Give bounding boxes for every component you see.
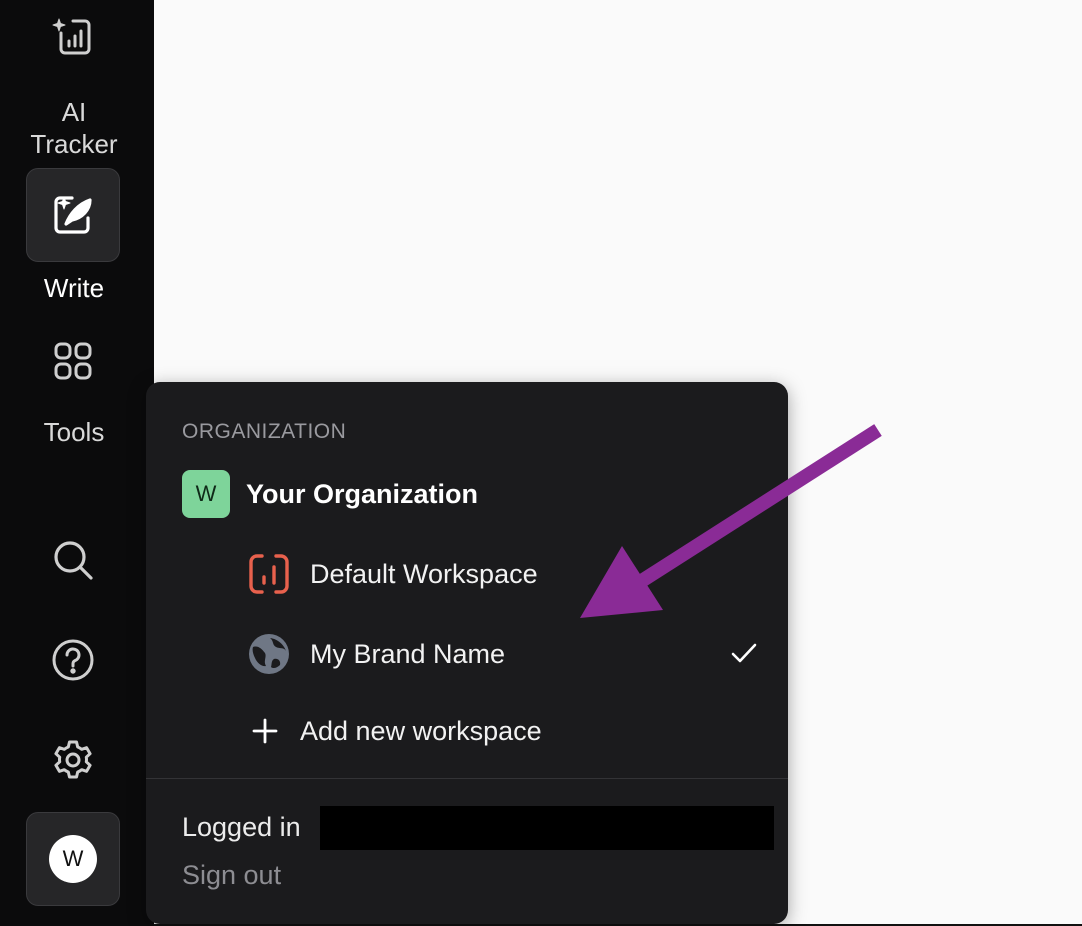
workspace-label: Default Workspace — [310, 558, 538, 589]
chart-sparkle-icon[interactable] — [50, 14, 96, 60]
workspace-label: My Brand Name — [310, 638, 506, 669]
plus-icon — [248, 714, 282, 748]
check-icon — [730, 639, 758, 672]
sidebar-item-write-label: Write — [43, 273, 105, 303]
write-feather-icon[interactable] — [50, 192, 96, 238]
add-workspace-button[interactable]: Add new workspace — [248, 708, 542, 754]
account-button[interactable]: W — [26, 812, 120, 906]
grid-icon[interactable] — [52, 340, 94, 382]
sidebar-item-tools[interactable]: Tools — [0, 416, 148, 448]
help-icon[interactable] — [50, 637, 96, 683]
workspace-item-default[interactable]: Default Workspace — [248, 549, 758, 599]
gear-icon[interactable] — [50, 737, 96, 783]
org-name: Your Organization — [246, 478, 479, 509]
org-badge: W — [182, 470, 230, 518]
sidebar-item-ai-tracker[interactable]: AI Tracker — [0, 96, 148, 160]
menu-divider — [146, 778, 788, 779]
org-item[interactable]: W Your Organization — [182, 470, 478, 518]
sidebar: AI Tracker Write Tools W — [0, 0, 154, 926]
organization-menu: ORGANIZATION W Your Organization Default… — [146, 382, 788, 924]
avatar: W — [49, 835, 97, 883]
add-workspace-label: Add new workspace — [300, 715, 542, 746]
redacted-email — [320, 806, 774, 850]
search-icon[interactable] — [50, 537, 96, 583]
section-label: ORGANIZATION — [182, 420, 347, 443]
workspace-item-my-brand[interactable]: My Brand Name — [248, 629, 758, 679]
logged-in-label: Logged in — [182, 812, 301, 842]
globe-icon — [248, 633, 290, 675]
sign-out-link[interactable]: Sign out — [182, 860, 281, 891]
workspace-logo-icon — [248, 553, 290, 595]
app-root: AI Tracker Write Tools W ORGANIZATION W … — [0, 0, 1082, 926]
